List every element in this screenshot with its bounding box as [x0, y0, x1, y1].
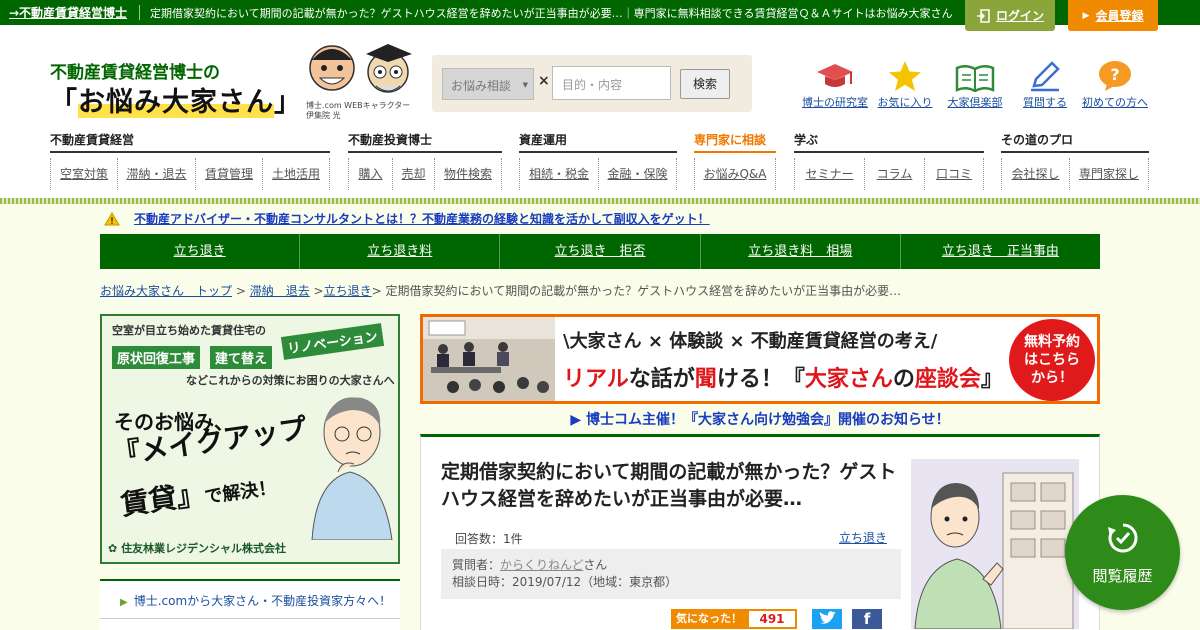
tag-eviction-just-cause[interactable]: 立ち退き 正当事由: [901, 234, 1100, 269]
breadcrumb-current: > 定期借家契約において期間の記載が無かった？ゲストハウス経営を辞めたいが正当事…: [371, 284, 902, 298]
nav-item-management[interactable]: 賃貸管理: [195, 158, 262, 190]
quick-link-guide[interactable]: ? 初めての方へ: [1075, 58, 1155, 110]
nav-item-sell[interactable]: 売却: [392, 158, 434, 190]
nav-learn: 学ぶ セミナー コラム 口コミ: [794, 131, 984, 190]
interest-button[interactable]: 気になった！ 491: [671, 609, 797, 629]
nav-item-company-search[interactable]: 会社探し: [1001, 158, 1069, 190]
svg-text:?: ?: [1110, 65, 1119, 84]
history-button[interactable]: 閲覧履歴: [1065, 495, 1180, 610]
login-label: ログイン: [995, 9, 1044, 23]
register-button[interactable]: ▶ 会員登録: [1068, 0, 1158, 31]
star-icon: [889, 61, 921, 91]
tag-eviction[interactable]: 立ち退き: [100, 234, 301, 269]
hat-icon: [817, 64, 853, 87]
seminar-photo: [423, 317, 555, 401]
quick-link-ask[interactable]: 質問する: [1005, 58, 1085, 110]
nav-item-inheritance[interactable]: 相続・税金: [519, 158, 598, 190]
twitter-share-button[interactable]: [812, 609, 842, 629]
nav-item-reviews[interactable]: 口コミ: [924, 158, 984, 190]
nav-heading[interactable]: 不動産賃貸経営: [50, 131, 330, 153]
logo-text: お悩み大家さん: [78, 87, 274, 118]
nav-asset-management: 資産運用 相続・税金 金融・保険: [519, 131, 677, 190]
quick-link-club[interactable]: 大家倶楽部: [935, 58, 1015, 110]
play-icon: ▶: [120, 597, 128, 608]
tag-eviction-refusal[interactable]: 立ち退き 拒否: [500, 234, 701, 269]
question-title: 定期借家契約において期間の記載が無かった？ゲストハウス経営を辞めたいが正当事由が…: [441, 461, 897, 510]
pen-icon: [1031, 61, 1060, 92]
nav-heading[interactable]: 不動産投資博士: [348, 131, 502, 153]
question-tag[interactable]: 立ち退き: [839, 529, 887, 546]
nav-item-finance[interactable]: 金融・保険: [598, 158, 677, 190]
warning-icon: [104, 211, 120, 225]
nav-item-delinquency[interactable]: 滞納・退去: [117, 158, 195, 190]
answer-count: 回答数：1件: [455, 532, 523, 546]
nav-heading[interactable]: その道のプロ: [1001, 131, 1149, 153]
roundtable-banner[interactable]: \大家さん × 体験談 × 不動産賃貸経営の考え/ リアルな話が聞ける！『大家さ…: [420, 314, 1100, 404]
notice-bar: 不動産アドバイザー・不動産コンサルタントとは！？不動産業務の経験と知識を活かして…: [104, 210, 710, 227]
breadcrumb-top[interactable]: お悩み大家さん トップ: [100, 284, 232, 298]
tag-eviction-fee-market[interactable]: 立ち退き料 相場: [701, 234, 901, 269]
tag-bar: 立ち退き 立ち退き料 立ち退き 拒否 立ち退き料 相場 立ち退き 正当事由: [100, 234, 1100, 269]
advertiser-name: ✿ 住友林業レジデンシャル株式会社: [108, 542, 287, 555]
nav-item-qa[interactable]: お悩みQ&A: [694, 158, 776, 190]
history-label: 閲覧履歴: [1092, 567, 1153, 585]
quick-link-lab[interactable]: 博士の研究室: [795, 58, 875, 110]
category-select[interactable]: お悩み相談 ▼: [442, 68, 534, 100]
nav-heading[interactable]: 資産運用: [519, 131, 677, 153]
worried-man-illustration: [311, 397, 393, 540]
sidebar-links: ▶ 博士.comから大家さん・不動産投資家方々へ！: [100, 579, 400, 630]
nav-heading[interactable]: 学ぶ: [794, 131, 984, 153]
question-meta: 質問者：からくりねんどさん 相談日時：2019/07/12（地域：東京都）: [441, 549, 901, 599]
free-reservation-badge[interactable]: 無料予約 はこちら から！: [1009, 319, 1095, 401]
site-logo[interactable]: 「お悩み大家さん」: [50, 80, 302, 119]
nav-item-vacancy[interactable]: 空室対策: [50, 158, 117, 190]
facebook-share-button[interactable]: f: [852, 609, 882, 629]
top-bar-divider: [139, 5, 140, 20]
mascot-icon: [309, 44, 412, 93]
tag-eviction-fee[interactable]: 立ち退き料: [300, 234, 501, 269]
play-icon: ▶: [1082, 10, 1090, 21]
register-label: 会員登録: [1095, 9, 1144, 23]
nav-investment: 不動産投資博士 購入 売却 物件検索: [348, 131, 502, 190]
leaf-icon: ✿: [108, 542, 118, 555]
home-link[interactable]: →不動産賃貸経営博士: [9, 4, 127, 21]
nav-item-seminar[interactable]: セミナー: [794, 158, 864, 190]
sidebar-advertisement[interactable]: 空室が目立ち始めた賃貸住宅の 原状回復工事 建て替え リノベーション などこれか…: [100, 314, 400, 564]
question-card: 定期借家契約において期間の記載が無かった？ゲストハウス経営を辞めたいが正当事由が…: [420, 434, 1100, 630]
nav-rental-management: 不動産賃貸経営 空室対策 滞納・退去 賃貸管理 土地活用: [50, 131, 330, 190]
mascot-name: 伊集院 光: [306, 111, 341, 120]
login-icon: [976, 8, 990, 23]
times-icon: ×: [538, 73, 550, 89]
quick-link-favorites[interactable]: お気に入り: [865, 58, 945, 110]
study-session-link[interactable]: ▶ 博士コム主催！『大家さん向け勉強会』開催のお知らせ！: [420, 409, 1100, 429]
notice-link[interactable]: 不動産アドバイザー・不動産コンサルタントとは！？不動産業務の経験と知識を活かして…: [134, 210, 710, 227]
sidebar-link[interactable]: ▶ 博士.comから大家さん・不動産投資家方々へ！: [100, 581, 400, 619]
breadcrumb-subcategory[interactable]: 立ち退き: [324, 284, 372, 298]
twitter-icon: [819, 611, 836, 624]
history-icon: [1107, 523, 1138, 553]
question-date: 相談日時：2019/07/12（地域：東京都）: [452, 575, 678, 589]
breadcrumb: お悩み大家さん トップ > 滞納 退去 >立ち退き> 定期借家契約において期間の…: [100, 284, 902, 298]
keyword-input[interactable]: 目的・内容: [552, 66, 671, 100]
nav-item-buy[interactable]: 購入: [348, 158, 392, 190]
interest-count: 491: [747, 609, 797, 629]
nav-professionals: その道のプロ 会社探し 専門家探し: [1001, 131, 1149, 190]
asker-link[interactable]: からくりねんど: [500, 558, 583, 572]
nav-item-property-search[interactable]: 物件検索: [434, 158, 502, 190]
nav-expert-consult: 専門家に相談 お悩みQ&A: [694, 131, 776, 190]
nav-item-expert-search[interactable]: 専門家探し: [1069, 158, 1149, 190]
book-icon: [955, 65, 995, 92]
nav-item-land-use[interactable]: 土地活用: [262, 158, 330, 190]
breadcrumb-category[interactable]: 滞納 退去: [250, 284, 310, 298]
login-button[interactable]: ログイン: [965, 0, 1055, 31]
page-description: 定期借家契約において期間の記載が無かった？ゲストハウス経営を辞めたいが正当事由が…: [150, 7, 953, 20]
nav-item-column[interactable]: コラム: [864, 158, 924, 190]
nav-heading[interactable]: 専門家に相談: [694, 131, 776, 153]
search-box: お悩み相談 ▼ × 目的・内容 検索: [432, 55, 752, 112]
dropdown-arrow-icon: ▼: [522, 81, 528, 89]
question-icon: ?: [1099, 61, 1131, 91]
question-illustration: [911, 459, 1079, 629]
search-button[interactable]: 検索: [680, 69, 730, 99]
